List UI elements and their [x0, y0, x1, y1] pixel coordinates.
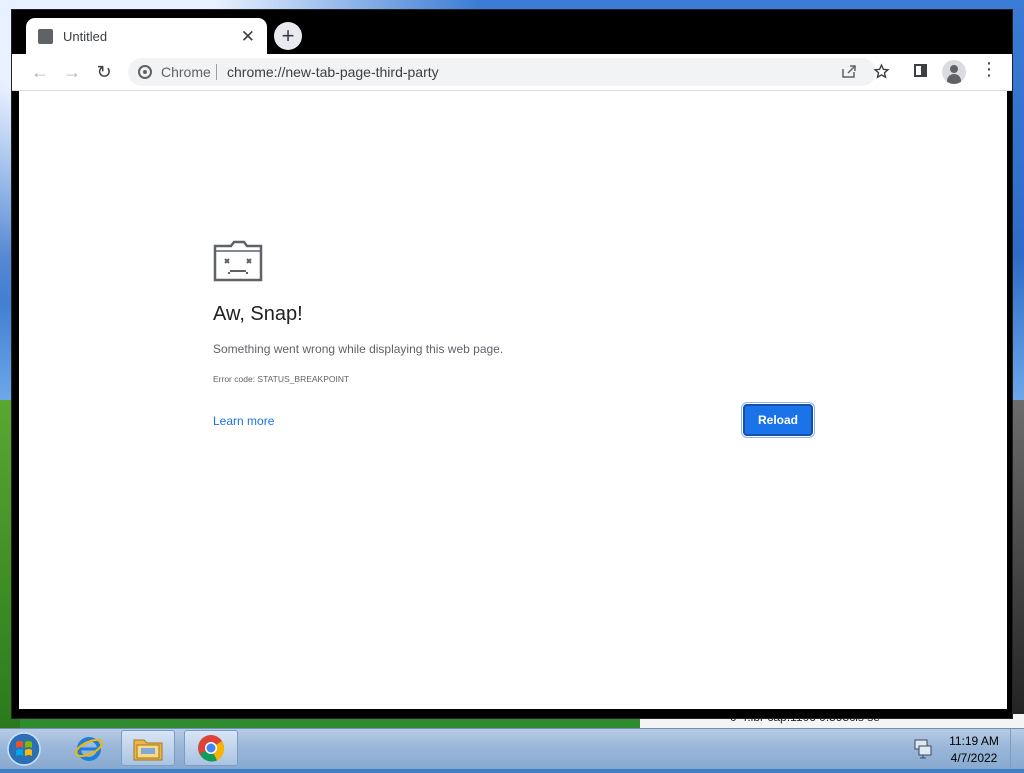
- reload-button-toolbar[interactable]: ↻: [92, 60, 116, 84]
- taskbar: 11:19 AM 4/7/2022: [0, 728, 1024, 769]
- browser-window: Untitled ✕ + ← → ↻ Chrome chrome://new-t…: [11, 9, 1013, 719]
- omnibox-label: Chrome: [161, 64, 211, 80]
- clock-time[interactable]: 11:19 AM: [946, 734, 1002, 748]
- tab-favicon-icon: [38, 28, 53, 44]
- reload-icon: ↻: [96, 61, 112, 82]
- forward-arrow-icon: →: [63, 61, 81, 82]
- new-tab-icon: +: [281, 23, 295, 48]
- profile-icon[interactable]: [942, 60, 966, 84]
- error-message: Something went wrong while displaying th…: [213, 342, 504, 356]
- tab-title: Untitled: [63, 28, 108, 44]
- show-desktop-button[interactable]: [1010, 729, 1024, 769]
- start-button[interactable]: [4, 730, 44, 768]
- menu-icon[interactable]: ⋮: [980, 60, 998, 78]
- learn-more-link[interactable]: Learn more: [213, 414, 274, 428]
- new-tab-button[interactable]: +: [274, 22, 302, 50]
- taskbar-file-explorer[interactable]: [121, 730, 175, 766]
- file-explorer-icon: [133, 739, 163, 761]
- forward-button[interactable]: →: [60, 60, 84, 84]
- share-icon[interactable]: [841, 63, 857, 84]
- internet-explorer-icon: [75, 737, 103, 761]
- tab-strip: Untitled ✕ +: [12, 10, 1012, 54]
- taskbar-chrome[interactable]: [184, 730, 238, 766]
- bookmark-star-icon[interactable]: [873, 63, 890, 85]
- omnibox-separator: [216, 64, 217, 80]
- taskbar-internet-explorer[interactable]: [62, 730, 116, 766]
- network-icon[interactable]: [912, 737, 934, 759]
- sad-tab-icon: [213, 240, 263, 282]
- error-title: Aw, Snap!: [213, 303, 303, 325]
- chrome-icon: [198, 735, 225, 762]
- close-tab-icon[interactable]: ✕: [241, 28, 255, 45]
- browser-toolbar: ← → ↻ Chrome chrome://new-tab-page-third…: [12, 54, 1012, 91]
- back-arrow-icon: ←: [31, 61, 49, 82]
- omnibox-url[interactable]: chrome://new-tab-page-third-party: [227, 64, 439, 80]
- clock-date[interactable]: 4/7/2022: [946, 751, 1002, 765]
- windows-start-icon: [7, 732, 41, 766]
- site-info-icon[interactable]: [138, 65, 152, 79]
- page-content: Aw, Snap! Something went wrong while dis…: [19, 91, 1007, 709]
- back-button[interactable]: ←: [28, 60, 52, 84]
- tab-untitled[interactable]: Untitled ✕: [26, 18, 267, 54]
- side-panel-icon[interactable]: [914, 64, 927, 77]
- omnibox[interactable]: Chrome chrome://new-tab-page-third-party: [128, 58, 890, 86]
- reload-button[interactable]: Reload: [741, 402, 815, 438]
- error-code: Error code: STATUS_BREAKPOINT: [213, 374, 350, 384]
